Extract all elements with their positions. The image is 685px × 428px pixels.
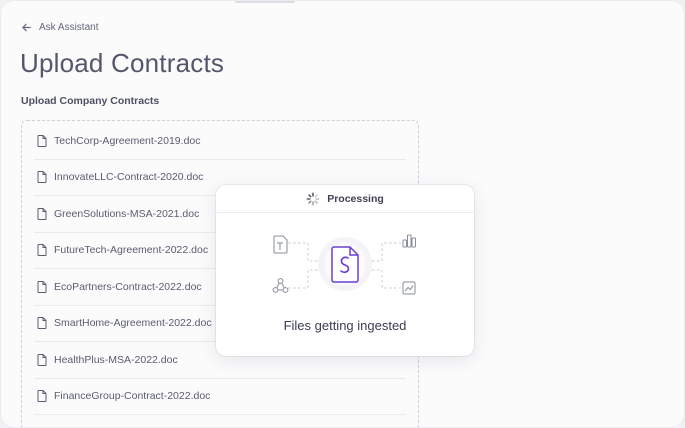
file-name: HealthPlus-MSA-2022.doc [54, 353, 178, 366]
modal-caption: Files getting ingested [283, 318, 407, 333]
spinner-icon [306, 192, 320, 205]
back-link[interactable]: Ask Assistant [21, 22, 98, 33]
bar-chart-icon [402, 234, 416, 248]
file-name: TechCorp-Agreement-2019.doc [54, 134, 201, 147]
file-icon [37, 171, 47, 184]
network-icon [272, 278, 289, 293]
file-icon [37, 244, 47, 257]
arrow-left-icon [22, 23, 31, 32]
app-window: Ask Assistant Upload Contracts Upload Co… [0, 0, 685, 428]
line-chart-icon [402, 281, 416, 295]
modal-header: Processing [216, 185, 474, 213]
file-icon [37, 280, 47, 293]
back-link-label: Ask Assistant [39, 22, 99, 33]
document-logo-icon [331, 246, 359, 283]
processing-modal: Processing Files getting ingested [216, 185, 474, 356]
file-row[interactable]: FinanceGroup-Contract-2022.doc [34, 379, 406, 415]
file-name: GreenSolutions-MSA-2021.doc [54, 207, 200, 220]
page-title: Upload Contracts [20, 48, 225, 78]
file-name: FutureTech-Agreement-2022.doc [54, 244, 209, 257]
file-icon [37, 207, 47, 220]
processing-status: Processing [327, 192, 384, 205]
text-file-icon [273, 235, 288, 254]
ingestion-graphic [272, 234, 416, 295]
file-name: FinanceGroup-Contract-2022.doc [54, 390, 211, 403]
file-icon [37, 134, 47, 147]
file-icon [37, 390, 47, 403]
file-name: SmartHome-Agreement-2022.doc [54, 317, 212, 330]
section-label: Upload Company Contracts [21, 95, 160, 107]
file-name: InnovateLLC-Contract-2020.doc [54, 171, 204, 184]
file-icon [37, 353, 47, 366]
file-row[interactable]: TechCorp-Agreement-2019.doc [34, 123, 406, 160]
window-handle [235, 1, 295, 3]
file-name: EcoPartners-Contract-2022.doc [54, 280, 202, 293]
file-icon [37, 317, 47, 330]
